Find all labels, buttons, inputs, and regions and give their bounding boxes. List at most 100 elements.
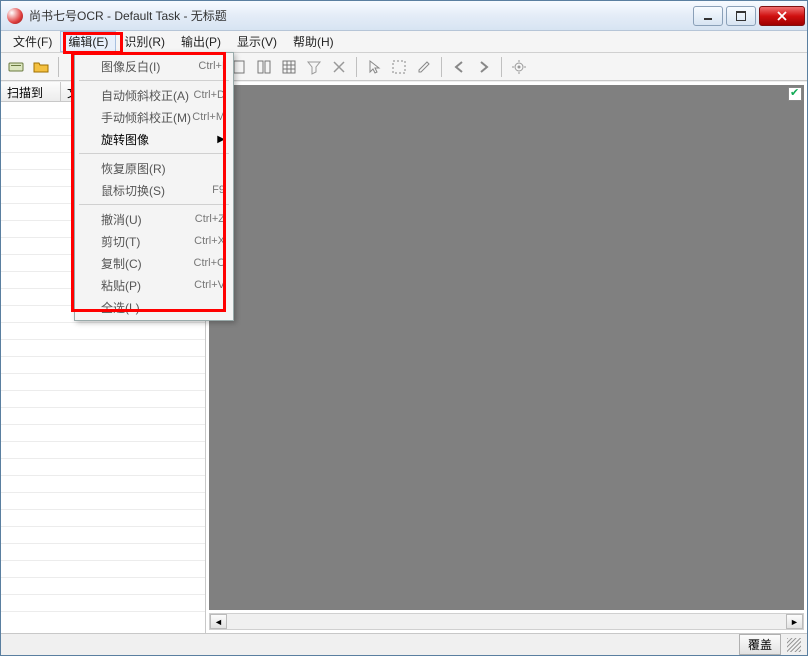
menu-item-select-all[interactable]: 全选(L) [77, 296, 231, 318]
toolbar-layout3-button[interactable] [278, 56, 300, 78]
list-item[interactable] [1, 561, 205, 578]
right-panel: ◄ ► [206, 82, 807, 633]
column-scan-to[interactable]: 扫描到 [1, 82, 61, 101]
list-item[interactable] [1, 578, 205, 595]
list-item[interactable] [1, 493, 205, 510]
list-item[interactable] [1, 391, 205, 408]
list-item[interactable] [1, 476, 205, 493]
menu-item-restore[interactable]: 恢复原图(R) [77, 157, 231, 179]
list-item[interactable] [1, 340, 205, 357]
resize-grip[interactable] [787, 638, 801, 652]
menu-separator [79, 204, 229, 205]
menu-display[interactable]: 显示(V) [229, 31, 285, 52]
titlebar: 尚书七号OCR - Default Task - 无标题 [1, 1, 807, 31]
toolbar-separator [441, 57, 442, 77]
overwrite-toggle[interactable]: 覆盖 [739, 634, 781, 655]
menu-item-label: 鼠标切换(S) [101, 182, 212, 199]
maximize-button[interactable] [726, 6, 756, 26]
image-canvas[interactable] [209, 85, 804, 610]
menu-item-shortcut: Ctrl+D [194, 89, 225, 101]
toolbar-scan-button[interactable] [5, 56, 27, 78]
menu-separator [79, 153, 229, 154]
menu-item-copy[interactable]: 复制(C) Ctrl+C [77, 252, 231, 274]
window-title: 尚书七号OCR - Default Task - 无标题 [29, 7, 690, 24]
toolbar-separator [356, 57, 357, 77]
menu-item-label: 复制(C) [101, 255, 194, 272]
list-item[interactable] [1, 442, 205, 459]
toolbar-edit-button[interactable] [413, 56, 435, 78]
clear-icon [331, 59, 347, 75]
menu-item-cut[interactable]: 剪切(T) Ctrl+X [77, 230, 231, 252]
toolbar-next-button[interactable] [473, 56, 495, 78]
list-item[interactable] [1, 357, 205, 374]
menu-edit[interactable]: 编辑(E) [60, 31, 116, 52]
menu-item-shortcut: F9 [212, 184, 225, 196]
arrow-right-icon [476, 59, 492, 75]
edit-dropdown: 图像反白(I) Ctrl+I 自动倾斜校正(A) Ctrl+D 手动倾斜校正(M… [74, 52, 234, 321]
list-item[interactable] [1, 595, 205, 612]
menu-item-invert[interactable]: 图像反白(I) Ctrl+I [77, 55, 231, 77]
menu-recognize[interactable]: 识别(R) [116, 31, 173, 52]
menu-item-label: 旋转图像 [101, 131, 225, 148]
list-item[interactable] [1, 459, 205, 476]
list-item[interactable] [1, 408, 205, 425]
list-item[interactable] [1, 425, 205, 442]
toolbar-filter-button[interactable] [303, 56, 325, 78]
scroll-left-button[interactable]: ◄ [210, 614, 227, 629]
menu-item-auto-deskew[interactable]: 自动倾斜校正(A) Ctrl+D [77, 84, 231, 106]
funnel-icon [306, 59, 322, 75]
submenu-arrow-icon: ▶ [217, 134, 225, 145]
close-button[interactable] [759, 6, 805, 26]
pencil-icon [416, 59, 432, 75]
minimize-icon [703, 12, 713, 20]
menu-output[interactable]: 输出(P) [173, 31, 229, 52]
list-item[interactable] [1, 323, 205, 340]
scroll-right-button[interactable]: ► [786, 614, 803, 629]
toolbar-select-button[interactable] [388, 56, 410, 78]
menu-item-rotate[interactable]: 旋转图像 ▶ [77, 128, 231, 150]
menu-item-undo[interactable]: 撤消(U) Ctrl+Z [77, 208, 231, 230]
scanner-icon [8, 59, 24, 75]
maximize-icon [736, 11, 746, 21]
menu-item-label: 自动倾斜校正(A) [101, 87, 194, 104]
statusbar: 覆盖 [1, 633, 807, 655]
menu-item-shortcut: Ctrl+V [194, 279, 225, 291]
toolbar-settings-button[interactable] [508, 56, 530, 78]
menu-file[interactable]: 文件(F) [5, 31, 60, 52]
list-item[interactable] [1, 527, 205, 544]
horizontal-scrollbar[interactable]: ◄ ► [209, 613, 804, 630]
list-item[interactable] [1, 510, 205, 527]
toolbar-open-button[interactable] [30, 56, 52, 78]
toolbar-layout2-button[interactable] [253, 56, 275, 78]
checkbox-toggle[interactable] [788, 87, 802, 101]
list-item[interactable] [1, 544, 205, 561]
menu-item-shortcut: Ctrl+I [198, 60, 225, 72]
menu-item-manual-deskew[interactable]: 手动倾斜校正(M) Ctrl+M [77, 106, 231, 128]
two-column-icon [256, 59, 272, 75]
menubar: 文件(F) 编辑(E) 识别(R) 输出(P) 显示(V) 帮助(H) [1, 31, 807, 53]
toolbar-pointer-button[interactable] [363, 56, 385, 78]
window-controls [690, 6, 805, 26]
menu-item-shortcut: Ctrl+M [192, 111, 225, 123]
app-window: 尚书七号OCR - Default Task - 无标题 文件(F) 编辑(E)… [0, 0, 808, 656]
toolbar-separator [58, 57, 59, 77]
menu-item-shortcut: Ctrl+Z [195, 213, 225, 225]
list-item[interactable] [1, 374, 205, 391]
menu-item-shortcut: Ctrl+C [194, 257, 225, 269]
menu-separator [79, 80, 229, 81]
menu-item-label: 剪切(T) [101, 233, 194, 250]
pointer-icon [366, 59, 382, 75]
menu-item-mouse-toggle[interactable]: 鼠标切换(S) F9 [77, 179, 231, 201]
menu-item-shortcut: Ctrl+X [194, 235, 225, 247]
menu-item-paste[interactable]: 粘贴(P) Ctrl+V [77, 274, 231, 296]
minimize-button[interactable] [693, 6, 723, 26]
menu-item-label: 全选(L) [101, 299, 225, 316]
arrow-left-icon [451, 59, 467, 75]
folder-open-icon [33, 59, 49, 75]
toolbar-clear-button[interactable] [328, 56, 350, 78]
toolbar-prev-button[interactable] [448, 56, 470, 78]
menu-item-label: 撤消(U) [101, 211, 195, 228]
menu-item-label: 图像反白(I) [101, 58, 198, 75]
toolbar-separator [501, 57, 502, 77]
menu-help[interactable]: 帮助(H) [285, 31, 342, 52]
